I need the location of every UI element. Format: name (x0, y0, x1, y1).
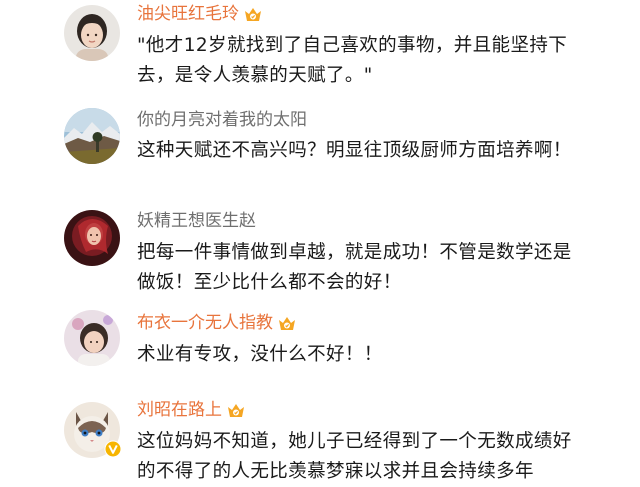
vip-crown-badge-icon (226, 401, 246, 419)
user-avatar[interactable] (64, 310, 120, 366)
username[interactable]: 你的月亮对着我的太阳 (137, 108, 307, 132)
vip-crown-badge-icon (243, 5, 263, 23)
avatar-photo-child-icon (64, 310, 120, 366)
username[interactable]: 油尖旺红毛玲 (137, 2, 239, 26)
comment-item: 油尖旺红毛玲 "他才12岁就找到了自己喜欢的事物，并且能坚持下去，是令人羡慕的天… (0, 0, 640, 100)
comment-text: 这种天赋还不高兴吗？明显往顶级厨师方面培养啊！ (137, 140, 572, 161)
avatar-photo-red-figure-icon (64, 210, 120, 266)
user-avatar[interactable] (64, 210, 120, 266)
comment-text: 术业有专攻，没什么不好！！ (137, 344, 383, 365)
comment-item: 你的月亮对着我的太阳 这种天赋还不高兴吗？明显往顶级厨师方面培养啊！ (0, 100, 640, 200)
user-avatar[interactable] (64, 108, 120, 164)
comment-item: 妖精王想医生赵 把每一件事情做到卓越，就是成功！不管是数学还是做饭！至少比什么都… (0, 200, 640, 300)
comment-text: 这位妈妈不知道，她儿子已经得到了一个无数成绩好的不得了的人无比羡慕梦寐以求并且会… (137, 431, 572, 482)
avatar-photo-woman-icon (64, 5, 120, 61)
user-avatar[interactable] (64, 5, 120, 61)
comment-text: "他才12岁就找到了自己喜欢的事物，并且能坚持下去，是令人羡慕的天赋了。" (137, 35, 568, 86)
username[interactable]: 布衣一介无人指教 (137, 311, 273, 335)
vip-crown-badge-icon (277, 314, 297, 332)
verified-v-badge-icon (104, 440, 122, 458)
username[interactable]: 妖精王想医生赵 (137, 209, 256, 233)
comment-item: 布衣一介无人指教 术业有专攻，没什么不好！！ (0, 300, 640, 390)
comment-item: 刘昭在路上 这位妈妈不知道，她儿子已经得到了一个无数成绩好的不得了的人无比羡慕梦… (0, 390, 640, 482)
comment-text: 把每一件事情做到卓越，就是成功！不管是数学还是做饭！至少比什么都不会的好！ (137, 242, 572, 293)
username[interactable]: 刘昭在路上 (137, 398, 222, 422)
avatar-photo-mountain-landscape-icon (64, 108, 120, 164)
